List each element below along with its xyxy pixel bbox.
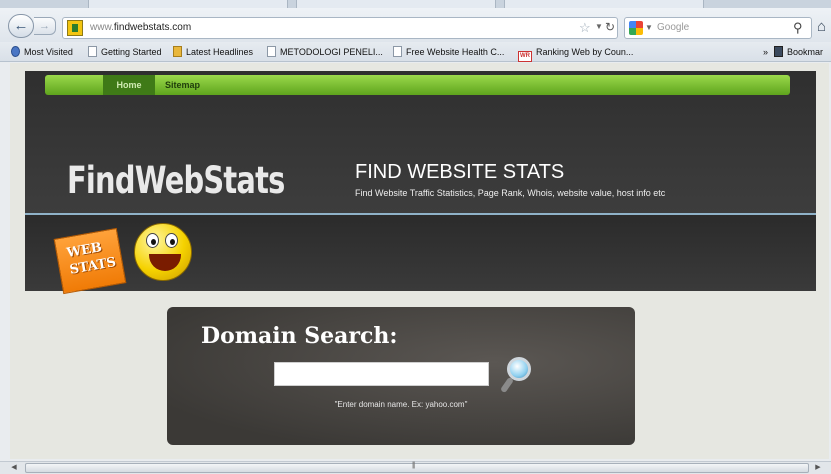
bookmark-metodologi[interactable]: METODOLOGI PENELI... xyxy=(267,45,383,59)
domain-search-input[interactable] xyxy=(274,362,489,386)
reload-icon[interactable]: ↻ xyxy=(605,20,615,34)
bookmarks-toolbar: Most Visited Getting Started Latest Head… xyxy=(0,42,831,62)
search-placeholder: Google xyxy=(657,22,690,33)
nav-buttons: ← → xyxy=(8,14,60,38)
scroll-left-icon[interactable]: ◀ xyxy=(8,463,20,473)
forward-arrow-icon: → xyxy=(39,20,50,32)
bookmarks-icon xyxy=(774,46,784,57)
tab-strip xyxy=(0,0,831,8)
overflow-chevron-icon: » xyxy=(763,47,769,57)
page-icon xyxy=(393,46,402,57)
bookmarks-menu[interactable]: » Bookmar xyxy=(763,45,823,59)
smiley-eye xyxy=(165,233,178,248)
google-icon[interactable] xyxy=(629,21,643,35)
home-icon[interactable]: ⌂ xyxy=(817,18,826,35)
web-stats-badge: WEB STATS xyxy=(53,227,132,295)
browser-tab[interactable] xyxy=(296,0,496,8)
url-text[interactable]: www.findwebstats.com xyxy=(90,22,191,33)
site-subtitle: Find Website Traffic Statistics, Page Ra… xyxy=(355,188,666,198)
web-page: Home Sitemap FindWebStats FIND WEBSITE S… xyxy=(10,63,829,459)
browser-tab[interactable] xyxy=(88,0,288,8)
magnifier-search-button[interactable] xyxy=(499,357,532,403)
bookmark-website-health[interactable]: Free Website Health C... xyxy=(393,45,504,59)
bookmark-most-visited[interactable]: Most Visited xyxy=(11,45,73,59)
smiley-face-icon xyxy=(134,223,192,281)
navigation-toolbar: ← → www.findwebstats.com ☆ ▼ ↻ ▼ Google … xyxy=(0,8,831,42)
domain-search-panel: Domain Search: "Enter domain name. Ex: y… xyxy=(167,307,635,445)
site-title: FIND WEBSITE STATS xyxy=(355,161,565,183)
globe-icon xyxy=(11,46,20,57)
magnifier-handle xyxy=(499,376,515,394)
bookmark-latest-headlines[interactable]: Latest Headlines xyxy=(173,45,253,59)
scrollbar-thumb[interactable]: ||| xyxy=(25,462,809,473)
domain-search-heading: Domain Search: xyxy=(201,323,398,349)
site-logo[interactable]: FindWebStats xyxy=(67,159,285,202)
header-banner: Home Sitemap FindWebStats FIND WEBSITE S… xyxy=(25,71,816,213)
search-engine-dropdown-icon[interactable]: ▼ xyxy=(645,23,653,32)
smiley-mouth xyxy=(149,254,181,271)
wr-icon: WR xyxy=(518,51,532,62)
bookmark-ranking-web[interactable]: WR Ranking Web by Coun... xyxy=(518,45,633,62)
address-bar[interactable]: www.findwebstats.com ☆ ▼ ↻ xyxy=(62,17,618,39)
nav-home-link[interactable]: Home xyxy=(103,75,155,95)
back-arrow-icon: ← xyxy=(13,17,29,34)
browser-tab[interactable] xyxy=(504,0,704,8)
page-icon xyxy=(267,46,276,57)
site-favicon-icon xyxy=(67,20,83,36)
search-icon[interactable]: ⚲ xyxy=(793,20,803,36)
nav-sitemap-link[interactable]: Sitemap xyxy=(165,75,200,95)
bookmark-star-icon[interactable]: ☆ xyxy=(579,20,591,36)
search-bar[interactable]: ▼ Google ⚲ xyxy=(624,17,812,39)
rss-folder-icon xyxy=(173,46,182,57)
history-dropdown-icon[interactable]: ▼ xyxy=(595,22,603,31)
horizontal-scrollbar[interactable]: ◀ ||| ▶ xyxy=(0,461,831,474)
smiley-eye xyxy=(146,233,159,248)
scroll-right-icon[interactable]: ▶ xyxy=(812,463,824,473)
scroll-grip: ||| xyxy=(412,462,416,469)
back-button[interactable]: ← xyxy=(8,14,34,38)
page-icon xyxy=(88,46,97,57)
domain-search-hint: "Enter domain name. Ex: yahoo.com" xyxy=(334,400,468,409)
bookmark-getting-started[interactable]: Getting Started xyxy=(88,45,162,59)
forward-button[interactable]: → xyxy=(34,17,56,35)
site-nav: Home Sitemap xyxy=(45,75,790,95)
